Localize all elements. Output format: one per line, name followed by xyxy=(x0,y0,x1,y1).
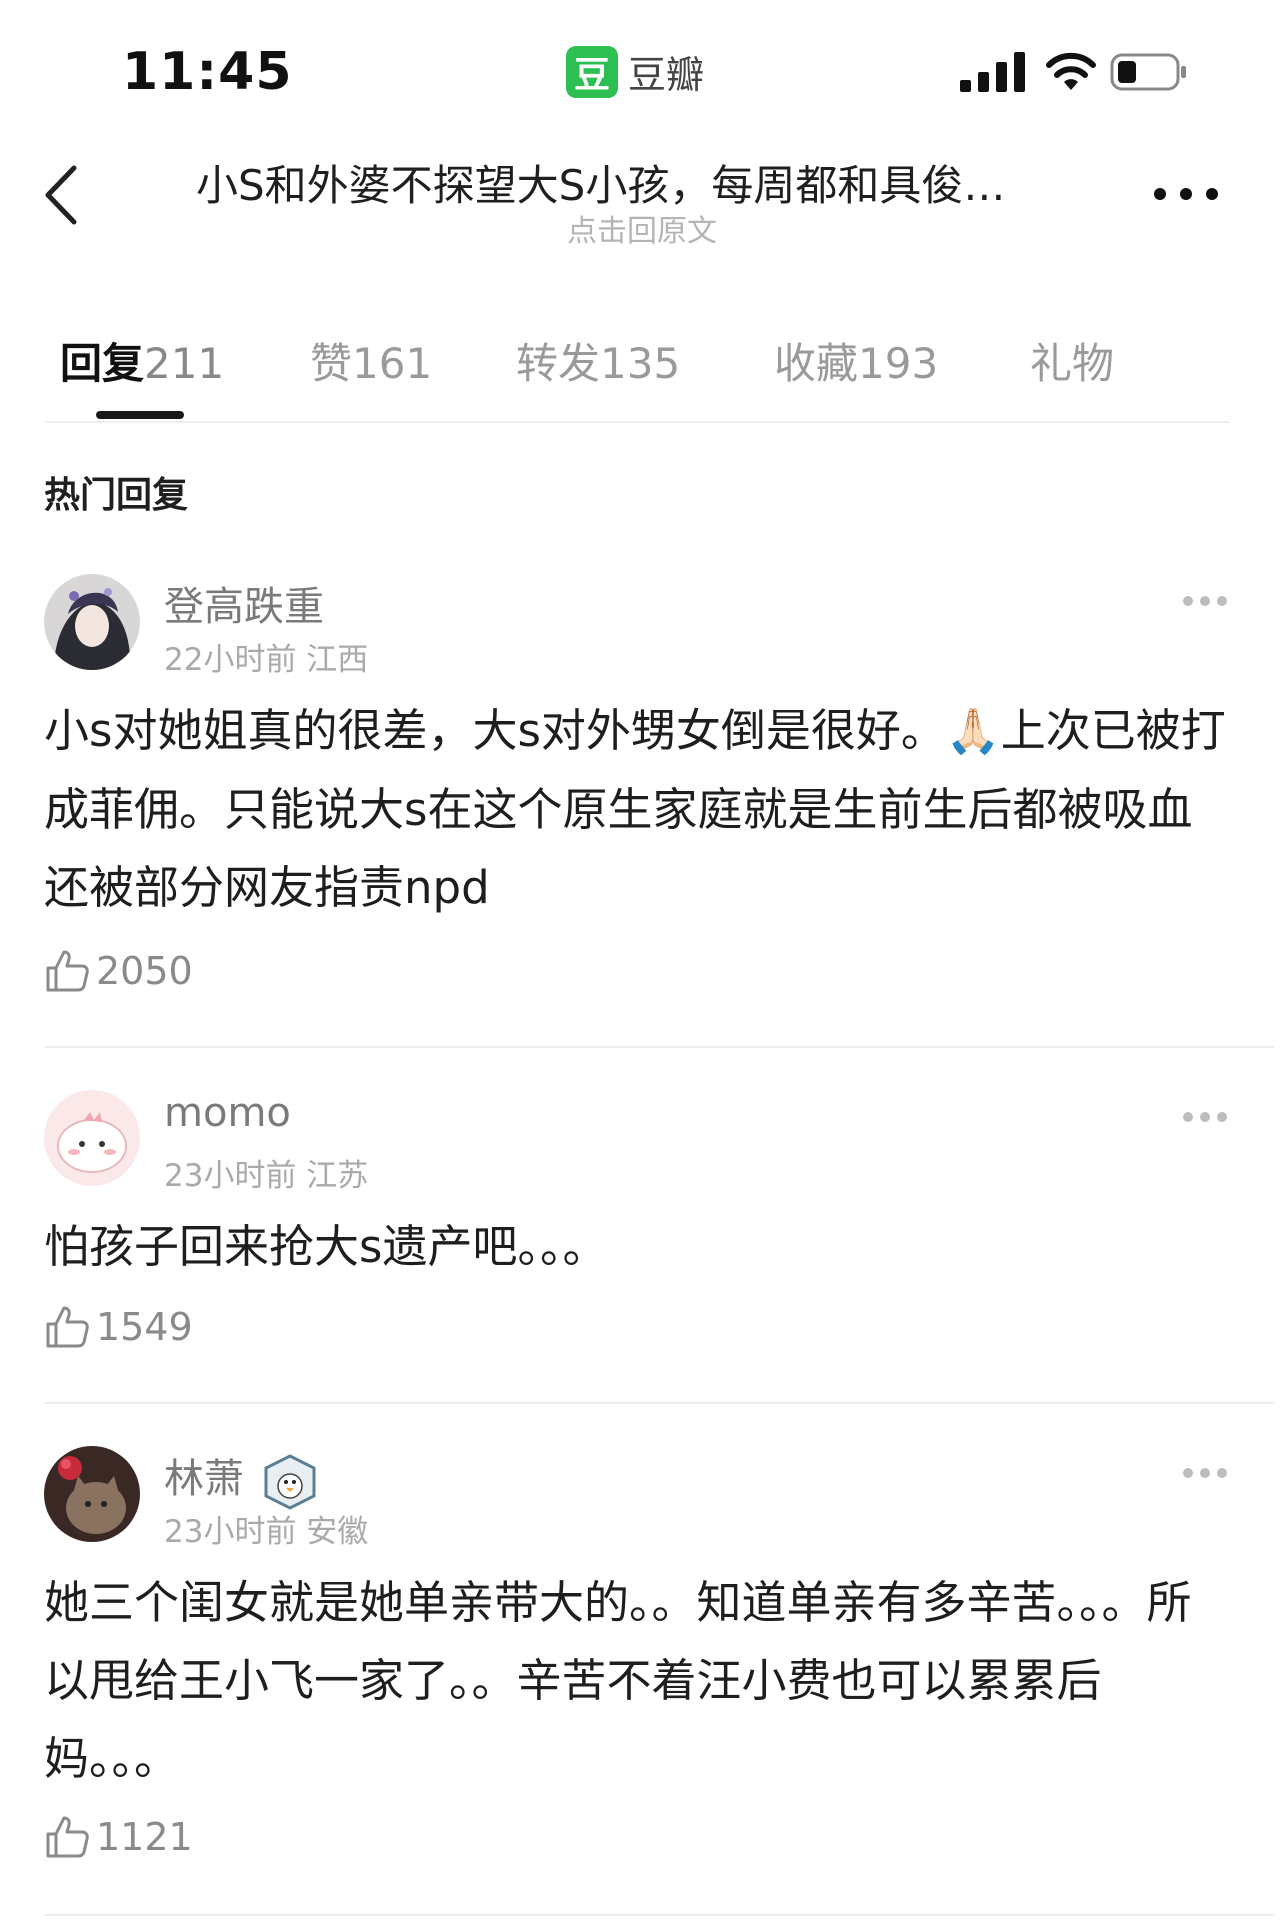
like-button[interactable]: 1121 xyxy=(44,1814,193,1860)
comment-divider xyxy=(44,1402,1274,1404)
tab-label: 收藏 xyxy=(774,339,859,388)
comment-item: 登高跌重 22小时前 江西 小s对她姐真的很差，大s对外甥女倒是很好。🙏🏻上次已… xyxy=(0,574,1284,1034)
like-count: 1549 xyxy=(96,1305,193,1349)
comment-more-icon[interactable] xyxy=(1182,1466,1228,1480)
comment-text-part: 小s对她姐真的很差，大s对外甥女倒是很好。 xyxy=(44,704,946,757)
like-count: 1121 xyxy=(96,1815,193,1859)
tab-count: 211 xyxy=(144,339,225,388)
back-to-original-link[interactable]: 点击回原文 xyxy=(0,206,1284,250)
user-badge-icon xyxy=(264,1454,316,1510)
tab-replies[interactable]: 回复211 xyxy=(60,330,224,391)
like-button[interactable]: 2050 xyxy=(44,948,193,994)
comment-more-icon[interactable] xyxy=(1182,1110,1228,1124)
tab-label: 转发 xyxy=(516,339,601,388)
tab-label: 赞 xyxy=(310,339,353,388)
comment-divider xyxy=(44,1914,1274,1916)
status-time: 11:45 xyxy=(122,42,293,102)
avatar[interactable] xyxy=(44,1446,140,1542)
comment-text: 她三个闺女就是她单亲带大的。。知道单亲有多辛苦。。。所以甩给王小飞一家了。。辛苦… xyxy=(44,1576,1192,1785)
tab-count: 135 xyxy=(600,339,681,388)
tab-label: 礼物 xyxy=(1030,339,1115,388)
tab-label: 回复 xyxy=(60,339,145,388)
username[interactable]: 林萧 xyxy=(164,1446,244,1504)
comment-item: momo 23小时前 江苏 怕孩子回来抢大s遗产吧。。。 1549 xyxy=(0,1090,1284,1380)
tab-collections[interactable]: 收藏193 xyxy=(774,330,938,391)
comment-meta: 23小时前 安徽 xyxy=(164,1514,369,1550)
avatar[interactable] xyxy=(44,574,140,670)
section-title: 热门回复 xyxy=(44,475,189,516)
like-button[interactable]: 1549 xyxy=(44,1304,193,1350)
username[interactable]: momo xyxy=(164,1090,291,1136)
tab-likes[interactable]: 赞161 xyxy=(310,330,432,391)
active-tab-indicator xyxy=(96,411,184,419)
comment-divider xyxy=(44,1046,1274,1048)
tab-count: 193 xyxy=(858,339,939,388)
comment-text: 怕孩子回来抢大s遗产吧。。。 xyxy=(44,1220,608,1273)
comment-more-icon[interactable] xyxy=(1182,594,1228,608)
tab-divider xyxy=(44,421,1230,423)
battery-icon xyxy=(1110,53,1186,91)
post-title[interactable]: 小S和外婆不探望大S小孩，每周都和具俊… xyxy=(196,152,1086,213)
tab-bar: 回复211 赞161 转发135 收藏193 礼物 xyxy=(60,330,1220,390)
username[interactable]: 登高跌重 xyxy=(164,574,324,632)
comment-meta: 23小时前 江苏 xyxy=(164,1158,369,1194)
avatar[interactable] xyxy=(44,1090,140,1186)
douban-logo-icon: 豆 xyxy=(566,45,618,98)
wifi-icon xyxy=(1046,52,1096,90)
thumbs-up-icon xyxy=(46,1306,89,1348)
thumbs-up-icon xyxy=(46,1816,89,1858)
comment-text: 小s对她姐真的很差，大s对外甥女倒是很好。🙏🏻上次已被打成菲佣。只能说大s在这个… xyxy=(44,692,1234,927)
tab-gifts[interactable]: 礼物 xyxy=(1030,330,1114,391)
pray-hands-icon: 🙏🏻 xyxy=(945,706,1001,757)
app-name: 豆瓣 xyxy=(628,53,705,97)
tab-reshares[interactable]: 转发135 xyxy=(516,330,680,391)
cellular-signal-icon xyxy=(960,52,1025,92)
more-options-icon[interactable] xyxy=(1150,184,1222,204)
comment-meta: 22小时前 江西 xyxy=(164,642,369,678)
like-count: 2050 xyxy=(96,949,193,993)
comment-item: 林萧 23小时前 安徽 她三个闺女就是她单亲带大的。。知道单亲有多辛苦。。。所以… xyxy=(0,1446,1284,1886)
app-brand: 豆 豆瓣 xyxy=(566,44,704,99)
thumbs-up-icon xyxy=(46,950,89,992)
tab-count: 161 xyxy=(352,339,433,388)
